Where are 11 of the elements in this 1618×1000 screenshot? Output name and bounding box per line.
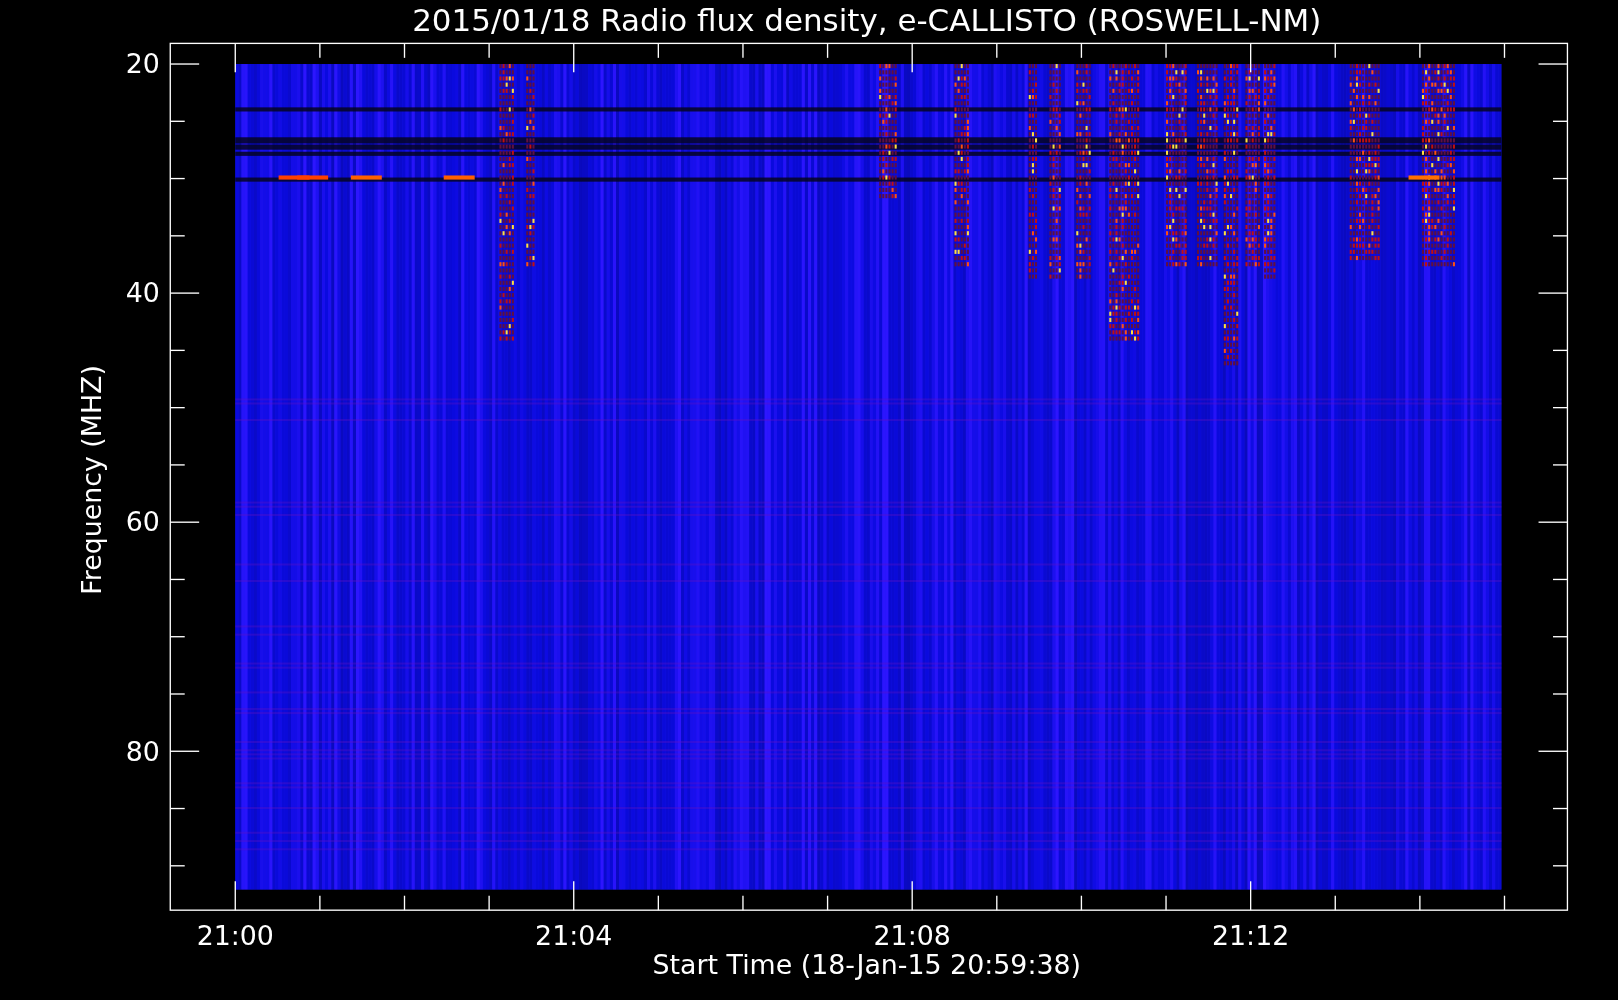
- y-tick-label: 80: [125, 735, 160, 767]
- y-tick-label: 20: [125, 48, 160, 80]
- x-axis-label: Start Time (18-Jan-15 20:59:38): [652, 949, 1081, 981]
- x-tick-label: 21:00: [196, 920, 274, 952]
- x-tick-label: 21:12: [1212, 920, 1290, 952]
- y-axis-label: Frequency (MHZ): [76, 365, 108, 595]
- plot-title: 2015/01/18 Radio flux density, e-CALLISTO (ROSWELL-NM): [412, 2, 1322, 38]
- y-tick-label: 40: [125, 277, 160, 309]
- x-tick-label: 21:04: [535, 920, 613, 952]
- x-tick-label: 21:08: [873, 920, 951, 952]
- y-tick-label: 60: [125, 506, 160, 538]
